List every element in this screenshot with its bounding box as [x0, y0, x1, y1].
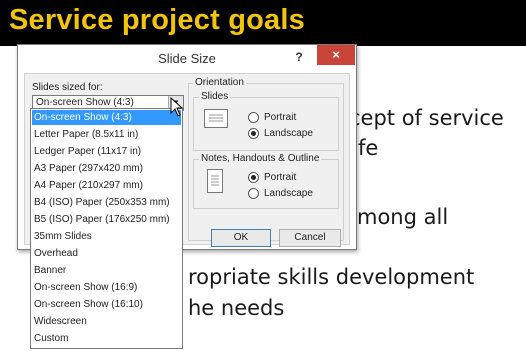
portrait-page-icon [207, 169, 223, 193]
slide-text-line: fe [358, 136, 379, 160]
dialog-titlebar[interactable]: Slide Size ? × [18, 45, 356, 73]
close-button[interactable]: × [317, 45, 355, 65]
slide-text-line: cept of service [349, 106, 504, 130]
slide-title: Service project goals [9, 4, 305, 36]
orientation-group: Orientation Slides Portrait Landscape No… [188, 77, 344, 241]
notes-group-label: Notes, Handouts & Outline [199, 153, 322, 164]
notes-portrait-radio[interactable] [248, 172, 259, 183]
slide-size-select-value: On-screen Show (4:3) [36, 97, 134, 108]
close-icon: × [332, 47, 340, 62]
slides-portrait-label[interactable]: Portrait [264, 112, 296, 123]
dropdown-option[interactable]: B5 (ISO) Paper (176x250 mm) [32, 212, 181, 227]
help-button[interactable]: ? [291, 48, 307, 66]
notes-orientation-group: Notes, Handouts & Outline Portrait Lands… [193, 153, 339, 209]
dropdown-option[interactable]: On-screen Show (16:10) [32, 297, 181, 312]
slides-landscape-radio[interactable] [248, 128, 259, 139]
orientation-label: Orientation [193, 77, 246, 88]
slides-group-label: Slides [199, 91, 231, 102]
dropdown-option[interactable]: On-screen Show (16:9) [32, 280, 181, 295]
dropdown-option[interactable]: Banner [32, 263, 181, 278]
slides-orientation-group: Slides Portrait Landscape [193, 91, 339, 151]
dropdown-option[interactable]: A4 Paper (210x297 mm) [32, 178, 181, 193]
dropdown-option[interactable]: Letter Paper (8.5x11 in) [32, 127, 181, 142]
slides-landscape-label[interactable]: Landscape [264, 128, 313, 139]
cancel-button[interactable]: Cancel [279, 229, 341, 247]
slide-text-line: mong all [357, 205, 449, 229]
dropdown-option[interactable]: Widescreen [32, 314, 181, 329]
dropdown-option[interactable]: Ledger Paper (11x17 in) [32, 144, 181, 159]
slide-title-bar: Service project goals [0, 0, 526, 46]
landscape-page-icon [204, 109, 228, 128]
notes-landscape-label[interactable]: Landscape [264, 188, 313, 199]
slides-sized-for-label: Slides sized for: [32, 82, 103, 93]
ok-button[interactable]: OK [211, 229, 271, 247]
dropdown-option[interactable]: B4 (ISO) Paper (250x353 mm) [32, 195, 181, 210]
dropdown-option[interactable]: A3 Paper (297x420 mm) [32, 161, 181, 176]
notes-portrait-label[interactable]: Portrait [264, 172, 296, 183]
dropdown-option[interactable]: Custom [32, 331, 181, 346]
dropdown-option[interactable]: On-screen Show (4:3) [32, 110, 181, 125]
dropdown-option[interactable]: Overhead [32, 246, 181, 261]
slides-portrait-radio[interactable] [248, 112, 259, 123]
slide-text-line: he needs [188, 296, 285, 320]
mouse-pointer-icon [170, 97, 184, 117]
notes-landscape-radio[interactable] [248, 188, 259, 199]
dropdown-option[interactable]: 35mm Slides [32, 229, 181, 244]
slide-size-dropdown-list: On-screen Show (4:3) Letter Paper (8.5x11… [30, 108, 183, 349]
slide-text-line: ropriate skills development [188, 265, 475, 289]
